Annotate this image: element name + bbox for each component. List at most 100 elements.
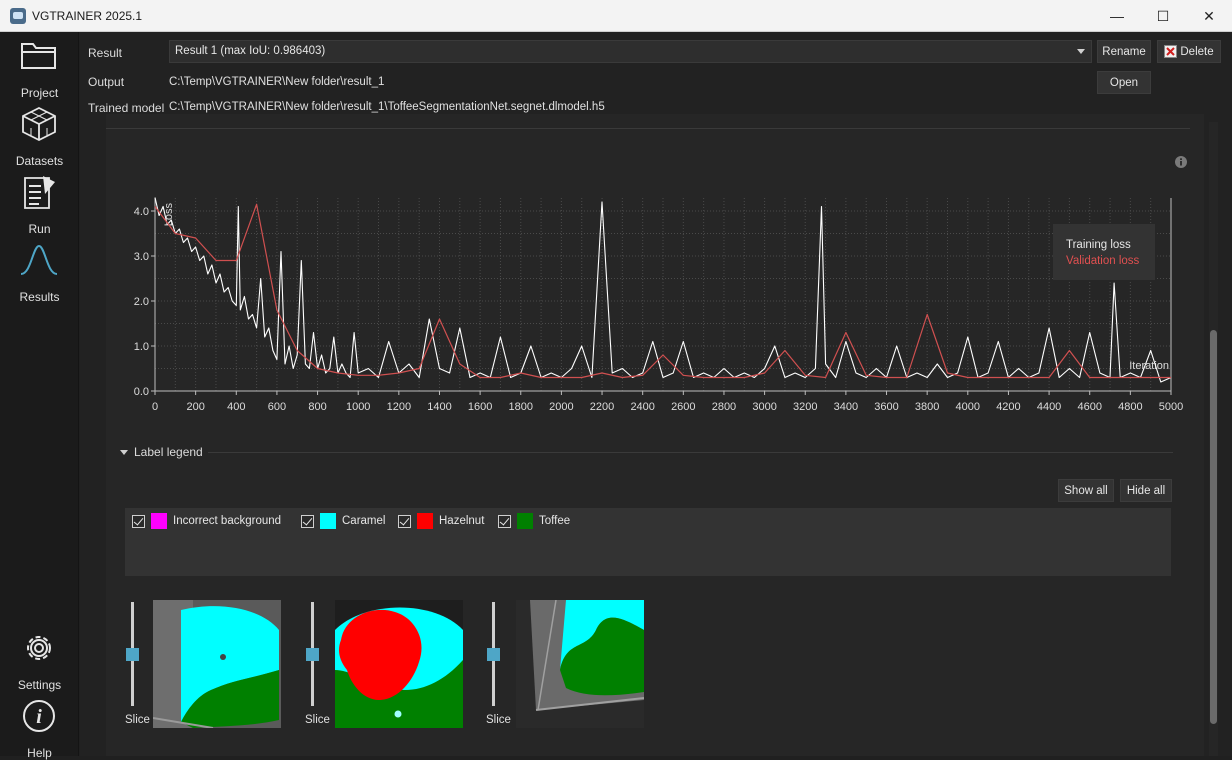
- x-tick-label: 4400: [1037, 401, 1061, 413]
- x-tick-label: 0: [152, 401, 158, 413]
- sidebar-item-results[interactable]: Results: [0, 240, 79, 304]
- legend-checkbox[interactable]: [301, 514, 314, 528]
- legend-item-label: Toffee: [539, 515, 571, 527]
- vertical-scrollbar[interactable]: [1209, 122, 1218, 756]
- x-tick-label: 2400: [630, 401, 654, 413]
- legend-item-hazelnut[interactable]: Hazelnut: [398, 513, 484, 529]
- y-tick-label: 4.0: [134, 206, 149, 218]
- sidebar-item-label: Settings: [17, 678, 62, 692]
- legend-checkbox[interactable]: [398, 514, 411, 528]
- sidebar-item-run[interactable]: Run: [0, 172, 79, 236]
- legend-item-label: Caramel: [342, 515, 386, 527]
- x-tick-label: 2200: [590, 401, 614, 413]
- y-tick-label: 1.0: [134, 341, 149, 353]
- x-tick-label: 2800: [712, 401, 736, 413]
- slice-image-1: [153, 600, 281, 728]
- x-tick-label: 1200: [387, 401, 411, 413]
- legend-item-toffee[interactable]: Toffee: [498, 513, 570, 529]
- maximize-button[interactable]: ☐: [1140, 0, 1186, 32]
- folder-icon: [21, 43, 56, 69]
- x-tick-label: 1600: [468, 401, 492, 413]
- sidebar-item-project[interactable]: Project: [0, 36, 79, 100]
- y-tick-label: 3.0: [134, 251, 149, 263]
- chart-legend-entry: Training loss: [1066, 239, 1131, 251]
- slice-label: Slice: [486, 714, 511, 726]
- sidebar-item-label: Results: [19, 290, 60, 304]
- cube-icon: [22, 106, 56, 142]
- slice-image-3: [516, 600, 644, 728]
- chevron-down-icon: [120, 450, 128, 456]
- delete-button[interactable]: Delete: [1157, 40, 1221, 63]
- x-tick-label: 4600: [1077, 401, 1101, 413]
- x-tick-label: 3400: [834, 401, 858, 413]
- window-title: VGTRAINER 2025.1: [32, 9, 143, 23]
- open-button[interactable]: Open: [1097, 71, 1151, 94]
- x-tick-label: 3800: [915, 401, 939, 413]
- close-button[interactable]: ✕: [1186, 0, 1232, 32]
- minimize-button[interactable]: —: [1094, 0, 1140, 32]
- slice-label: Slice: [305, 714, 330, 726]
- scroll-area: 0 200 400 600 800 1000 1200 1400 1600 1800 2000 220…: [106, 114, 1204, 756]
- document-run-icon: [24, 176, 55, 209]
- y-tick-label: 2.0: [134, 296, 149, 308]
- sidebar-item-help[interactable]: i Help: [0, 696, 79, 760]
- slice-slider-handle[interactable]: [487, 648, 500, 661]
- bell-curve-icon: [20, 244, 58, 275]
- scrollbar-thumb[interactable]: [1210, 330, 1217, 724]
- x-tick-label: 4000: [956, 401, 980, 413]
- sidebar-item-label: Datasets: [15, 154, 64, 168]
- sidebar-item-datasets[interactable]: Datasets: [0, 104, 79, 168]
- legend-item-label: Hazelnut: [439, 515, 485, 527]
- sidebar-item-label: Project: [20, 86, 59, 100]
- delete-icon: [1164, 45, 1178, 58]
- title-bar: VGTRAINER 2025.1 — ☐ ✕: [0, 0, 1232, 32]
- sidebar: Project Datasets Run Results Settings i …: [0, 32, 79, 760]
- x-axis-title: Iteration: [1129, 360, 1169, 372]
- slice-slider-handle[interactable]: [126, 648, 139, 661]
- x-tick-label: 1000: [346, 401, 370, 413]
- x-tick-label: 2600: [671, 401, 695, 413]
- legend-checkbox[interactable]: [498, 514, 511, 528]
- legend-item-caramel[interactable]: Caramel: [301, 513, 385, 529]
- slice-image-2: [335, 600, 463, 728]
- x-tick-label: 1800: [509, 401, 533, 413]
- label-legend-toggle[interactable]: Label legend: [120, 445, 203, 459]
- rename-button-label: Rename: [1102, 45, 1146, 58]
- x-tick-label: 3200: [793, 401, 817, 413]
- hide-all-button[interactable]: Hide all: [1120, 479, 1172, 502]
- output-label: Output: [88, 75, 125, 89]
- color-swatch: [417, 513, 433, 529]
- legend-item-incorrect-background[interactable]: Incorrect background: [132, 513, 281, 529]
- x-tick-label: 5000: [1159, 401, 1183, 413]
- open-button-label: Open: [1109, 76, 1139, 89]
- y-tick-label: 0.0: [134, 386, 149, 398]
- delete-button-label: Delete: [1180, 45, 1214, 58]
- gear-icon: [27, 636, 51, 660]
- chart-legend-entry: Validation loss: [1066, 255, 1140, 267]
- slice-slider-handle[interactable]: [306, 648, 319, 661]
- hide-all-label: Hide all: [1126, 484, 1166, 497]
- x-tick-label: 2000: [549, 401, 573, 413]
- show-all-label: Show all: [1064, 484, 1108, 497]
- color-swatch: [320, 513, 336, 529]
- legend-checkbox[interactable]: [132, 514, 145, 528]
- show-all-button[interactable]: Show all: [1058, 479, 1114, 502]
- x-tick-label: 400: [227, 401, 245, 413]
- sidebar-item-settings[interactable]: Settings: [0, 628, 79, 692]
- rename-button[interactable]: Rename: [1097, 40, 1151, 63]
- result-label: Result: [88, 46, 123, 60]
- color-swatch: [517, 513, 533, 529]
- result-dropdown[interactable]: Result 1 (max IoU: 0.986403): [169, 40, 1092, 63]
- legend-item-label: Incorrect background: [173, 515, 282, 527]
- x-tick-label: 200: [186, 401, 204, 413]
- color-swatch: [151, 513, 167, 529]
- loss-chart: 0 200 400 600 800 1000 1200 1400 1600 1800 2000 220…: [134, 197, 1183, 413]
- trained-model-path: C:\Temp\VGTRAINER\New folder\result_1\To…: [169, 101, 605, 113]
- svg-text:i: i: [36, 706, 42, 728]
- x-tick-label: 800: [308, 401, 326, 413]
- app-icon: [10, 8, 26, 24]
- divider: [208, 452, 1173, 453]
- results-panel: Result Result 1 (max IoU: 0.986403) Rena…: [80, 32, 1232, 756]
- label-legend-list: Incorrect background Caramel Hazelnut To…: [125, 508, 1171, 576]
- trained-model-label: Trained model: [88, 101, 165, 115]
